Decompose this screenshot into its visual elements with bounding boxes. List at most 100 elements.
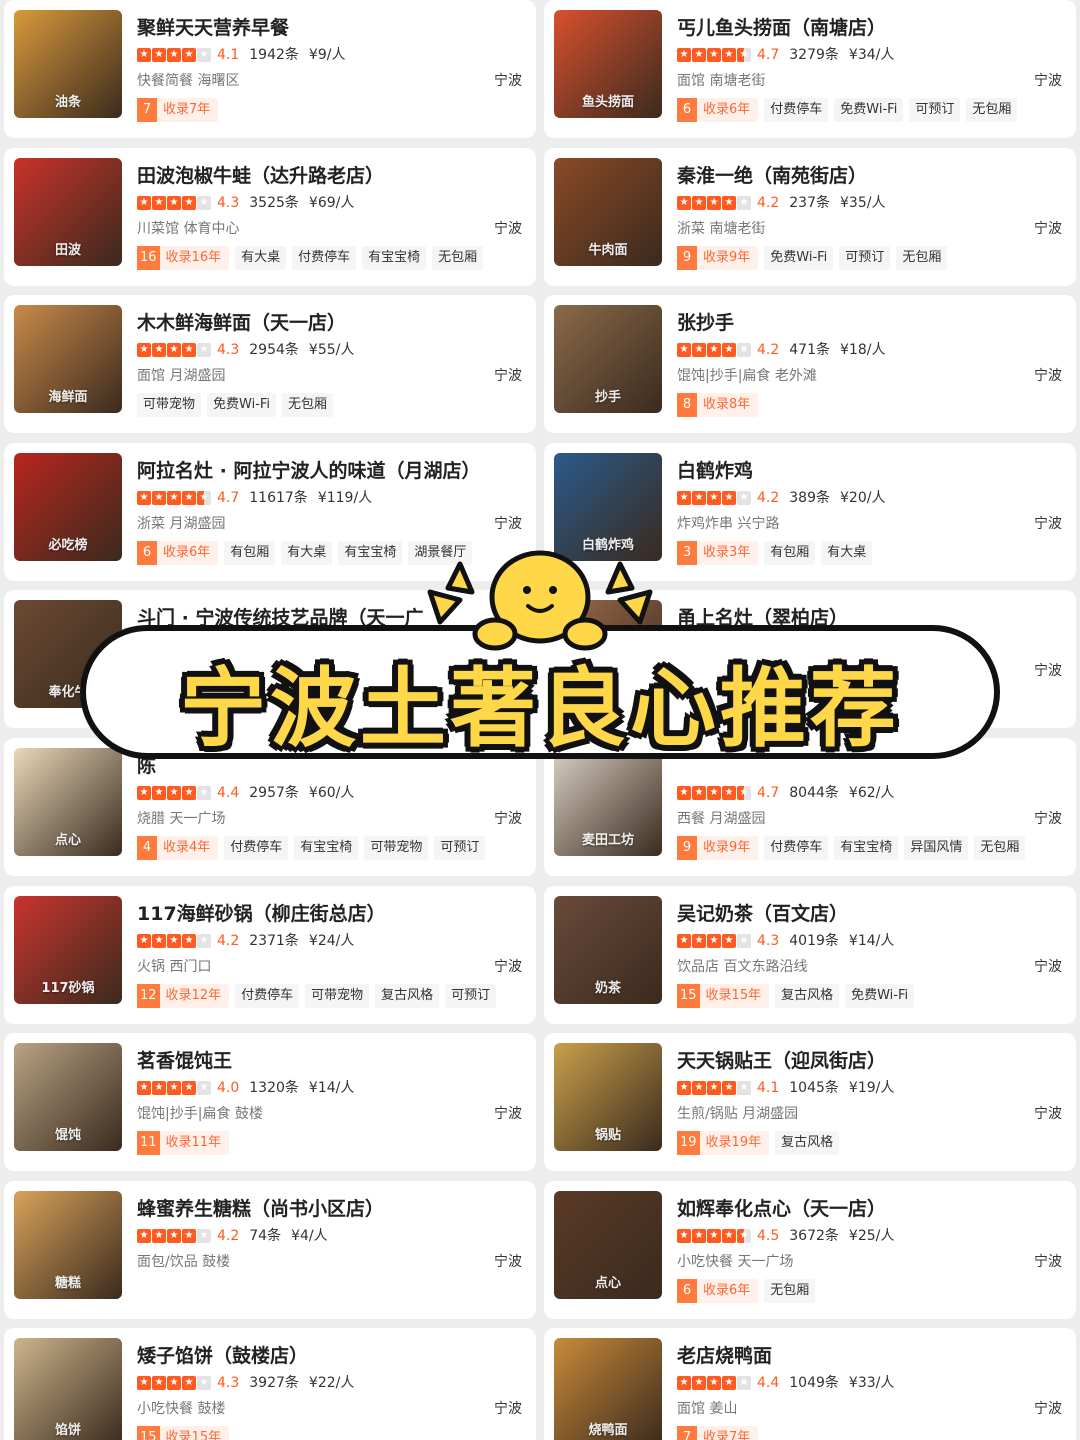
restaurant-name[interactable]: 117海鲜砂锅（柳庄街总店） bbox=[137, 900, 522, 928]
restaurant-name[interactable]: 阿拉名灶 · 阿拉宁波人的味道（月湖店） bbox=[137, 457, 522, 485]
review-count: 1320条 bbox=[249, 1080, 299, 1097]
tag-row: 12 收录12年 付费停车 可带宠物 复古风格 可预订 bbox=[137, 983, 522, 1008]
restaurant-name[interactable]: 田波泡椒牛蛙（达升路老店） bbox=[137, 162, 522, 190]
restaurant-info: 木木鲜海鲜面（天一店） ★ ★ ★ ★ ★ 4.3 2954条 ¥55/人 面馆 月湖盛园 宁波 可带… bbox=[137, 309, 522, 418]
years-listed-badge: 16 收录16年 bbox=[137, 245, 230, 270]
restaurant-card[interactable]: 点心 如辉奉化点心（天一店） ★ ★ ★ ★ ★ 4.5 3672条 ¥25/人 小吃快餐 天一广场… bbox=[544, 1180, 1076, 1319]
restaurant-thumbnail[interactable]: 糖糕 bbox=[14, 1190, 122, 1299]
years-label: 收录4年 bbox=[163, 839, 211, 855]
restaurant-thumbnail[interactable]: 海鲜面 bbox=[14, 305, 122, 414]
years-listed-badge: 7 收录7年 bbox=[677, 1426, 759, 1440]
star-icon: ★ bbox=[167, 490, 181, 505]
restaurant-name[interactable]: 茗香馄饨王 bbox=[137, 1047, 522, 1075]
restaurant-info: 如辉奉化点心（天一店） ★ ★ ★ ★ ★ 4.5 3672条 ¥25/人 小吃快餐 天一广场 宁波… bbox=[677, 1195, 1062, 1303]
restaurant-name[interactable]: 张抄手 bbox=[677, 309, 1062, 337]
restaurant-thumbnail[interactable]: 牛肉面 bbox=[554, 157, 662, 266]
star-rating: ★★★★★ bbox=[137, 785, 211, 800]
star-icon: ★ bbox=[677, 195, 691, 210]
star-icon: ★ bbox=[197, 1081, 211, 1096]
star-icon: ★ bbox=[737, 343, 751, 358]
feature-tag: 复古风格 bbox=[775, 983, 840, 1008]
restaurant-card[interactable]: 海鲜面 木木鲜海鲜面（天一店） ★ ★ ★ ★ ★ 4.3 2954条 ¥55/人 面馆 月湖盛园宁… bbox=[4, 295, 536, 434]
price-per-person: ¥60/人 bbox=[308, 784, 355, 801]
category-location: 生煎/锅贴 月湖盛园 宁波 bbox=[677, 1103, 1062, 1125]
restaurant-thumbnail[interactable]: 馄饨 bbox=[14, 1043, 122, 1152]
restaurant-card[interactable]: 奶茶 吴记奶茶（百文店） ★ ★ ★ ★ ★ 4.3 4019条 ¥14/人 饮品店 百文东路沿线宁… bbox=[544, 885, 1076, 1024]
star-icon: ★ bbox=[722, 1081, 736, 1096]
star-rating: ★★★★★ bbox=[677, 1228, 751, 1243]
restaurant-name[interactable]: 聚鲜天天营养早餐 bbox=[137, 14, 522, 42]
category-location: 饮品店 百文东路沿线 宁波 bbox=[677, 956, 1062, 978]
restaurant-thumbnail[interactable]: 麦田工坊 bbox=[554, 747, 662, 856]
category-location: 面馆 南塘老街 宁波 bbox=[677, 70, 1062, 92]
star-icon: ★ bbox=[707, 1228, 721, 1243]
restaurant-thumbnail[interactable]: 抄手 bbox=[554, 305, 662, 414]
restaurant-info: 矮子馅饼（鼓楼店） ★ ★ ★ ★ ★ 4.3 3927条 ¥22/人 小吃快餐 鼓楼 宁波 15 收录… bbox=[137, 1342, 522, 1440]
restaurant-card[interactable]: 油条 聚鲜天天营养早餐 ★ ★ ★ ★ ★ 4.1 1942条 ¥9/人 快餐简餐 海曙区 宁波 7 收录… bbox=[4, 0, 536, 138]
restaurant-card[interactable]: 馅饼 矮子馅饼（鼓楼店） ★ ★ ★ ★ ★ 4.3 3927条 ¥22/人 小吃快餐 鼓楼 宁波 15… bbox=[4, 1328, 536, 1440]
restaurant-name[interactable]: 天天锅贴王（迎凤街店） bbox=[677, 1047, 1062, 1075]
category-text: 生煎/锅贴 月湖盛园 bbox=[677, 1106, 799, 1123]
years-number: 16 bbox=[137, 245, 160, 270]
review-count: 11617条 bbox=[249, 489, 308, 506]
price-per-person: ¥19/人 bbox=[848, 1080, 895, 1097]
star-rating: ★★★★★ bbox=[137, 48, 211, 62]
feature-tag: 免费Wi-Fi bbox=[845, 983, 915, 1008]
restaurant-name[interactable]: 白鹤炸鸡 bbox=[677, 457, 1062, 485]
star-rating: ★★★★★ bbox=[137, 490, 211, 505]
category-location: 炸鸡炸串 兴宁路 宁波 bbox=[677, 513, 1062, 535]
restaurant-name[interactable]: 蜂蜜养生糖糕（尚书小区店） bbox=[137, 1195, 522, 1223]
category-text: 小吃快餐 天一广场 bbox=[677, 1253, 794, 1270]
restaurant-card[interactable]: 抄手 张抄手 ★ ★ ★ ★ ★ 4.2 471条 ¥18/人 馄饨|抄手|扁食 老外滩 宁波 8 收录8… bbox=[544, 295, 1076, 434]
restaurant-thumbnail[interactable]: 点心 bbox=[554, 1190, 662, 1299]
feature-tag: 异国风情 bbox=[904, 835, 969, 860]
restaurant-info: 蜂蜜养生糖糕（尚书小区店） ★ ★ ★ ★ ★ 4.2 74条 ¥4/人 面包/饮品 鼓楼 宁波 bbox=[137, 1195, 522, 1303]
restaurant-thumbnail[interactable]: 烧鸭面 bbox=[554, 1338, 662, 1440]
price-per-person: ¥24/人 bbox=[308, 932, 355, 949]
years-listed-badge: 15 收录15年 bbox=[137, 1426, 230, 1440]
restaurant-thumbnail[interactable]: 117砂锅 bbox=[14, 895, 122, 1004]
restaurant-thumbnail[interactable]: 油条 bbox=[14, 10, 122, 118]
restaurant-card[interactable]: 馄饨 茗香馄饨王 ★ ★ ★ ★ ★ 4.0 1320条 ¥14/人 馄饨|抄手|扁食 鼓楼 宁波 11… bbox=[4, 1033, 536, 1172]
restaurant-thumbnail[interactable]: 鱼头捞面 bbox=[554, 10, 662, 118]
category-location: 面馆 姜山 宁波 bbox=[677, 1398, 1062, 1420]
restaurant-card[interactable]: 117砂锅 117海鲜砂锅（柳庄街总店） ★ ★ ★ ★ ★ 4.2 2371条 ¥24/人 火锅 … bbox=[4, 885, 536, 1024]
thumbnail-caption: 田波 bbox=[54, 242, 81, 258]
star-icon: ★ bbox=[737, 195, 751, 210]
restaurant-card[interactable]: 牛肉面 秦淮一绝（南苑街店） ★ ★ ★ ★ ★ 4.2 237条 ¥35/人 浙菜 南塘老街 宁波 9… bbox=[544, 147, 1076, 286]
rating-row: ★ ★ ★ ★ ★ 4.0 1320条 ¥14/人 bbox=[137, 1077, 522, 1099]
restaurant-thumbnail[interactable]: 点心 bbox=[14, 747, 122, 856]
restaurant-card[interactable]: 烧鸭面 老店烧鸭面 ★ ★ ★ ★ ★ 4.4 1049条 ¥33/人 面馆 姜山 宁波 7 收录7年 bbox=[544, 1328, 1076, 1440]
restaurant-name[interactable]: 吴记奶茶（百文店） bbox=[677, 900, 1062, 928]
restaurant-card[interactable]: 鱼头捞面 丐儿鱼头捞面（南塘店） ★ ★ ★ ★ ★ 4.7 3279条 ¥34/人 面馆 南塘老街… bbox=[544, 0, 1076, 138]
category-location: 烧腊 天一广场 宁波 bbox=[137, 808, 522, 830]
tag-row: 9 收录9年 付费停车 有宝宝椅 异国风情 无包厢 bbox=[677, 835, 1062, 860]
rating-row: ★ ★ ★ ★ ★ 4.2 237条 ¥35/人 bbox=[677, 192, 1062, 214]
restaurant-name[interactable]: 秦淮一绝（南苑街店） bbox=[677, 162, 1062, 190]
restaurant-thumbnail[interactable]: 奶茶 bbox=[554, 895, 662, 1004]
feature-tag: 无包厢 bbox=[966, 98, 1018, 122]
restaurant-card[interactable]: 糖糕 蜂蜜养生糖糕（尚书小区店） ★ ★ ★ ★ ★ 4.2 74条 ¥4/人 面包/饮品 鼓楼 宁波 bbox=[4, 1180, 536, 1319]
restaurant-thumbnail[interactable]: 馅饼 bbox=[14, 1338, 122, 1440]
restaurant-card[interactable]: 田波 田波泡椒牛蛙（达升路老店） ★ ★ ★ ★ ★ 4.3 3525条 ¥69/人 川菜馆 体育中… bbox=[4, 147, 536, 286]
category-text: 面馆 南塘老街 bbox=[677, 73, 766, 89]
restaurant-name[interactable]: 如辉奉化点心（天一店） bbox=[677, 1195, 1062, 1223]
star-icon: ★ bbox=[152, 195, 166, 210]
price-per-person: ¥33/人 bbox=[848, 1375, 895, 1392]
restaurant-thumbnail[interactable]: 田波 bbox=[14, 157, 122, 266]
years-listed-badge: 11 收录11年 bbox=[137, 1131, 230, 1156]
restaurant-name[interactable]: 木木鲜海鲜面（天一店） bbox=[137, 309, 522, 337]
feature-tag: 免费Wi-Fi bbox=[834, 98, 904, 122]
price-per-person: ¥25/人 bbox=[848, 1227, 895, 1244]
star-icon: ★ bbox=[692, 1228, 706, 1243]
restaurant-thumbnail[interactable]: 锅贴 bbox=[554, 1043, 662, 1152]
restaurant-name[interactable]: 矮子馅饼（鼓楼店） bbox=[137, 1342, 522, 1370]
rating-score: 4.7 bbox=[757, 47, 780, 63]
thumbnail-caption: 烧鸭面 bbox=[588, 1423, 628, 1439]
restaurant-card[interactable]: 锅贴 天天锅贴王（迎凤街店） ★ ★ ★ ★ ★ 4.1 1045条 ¥19/人 生煎/锅贴 月湖盛… bbox=[544, 1033, 1076, 1172]
restaurant-name[interactable]: 丐儿鱼头捞面（南塘店） bbox=[677, 14, 1062, 42]
restaurant-name[interactable]: 老店烧鸭面 bbox=[677, 1342, 1062, 1370]
star-icon: ★ bbox=[137, 343, 151, 358]
feature-tag: 可带宠物 bbox=[137, 393, 202, 418]
category-location: 面包/饮品 鼓楼 宁波 bbox=[137, 1251, 522, 1273]
